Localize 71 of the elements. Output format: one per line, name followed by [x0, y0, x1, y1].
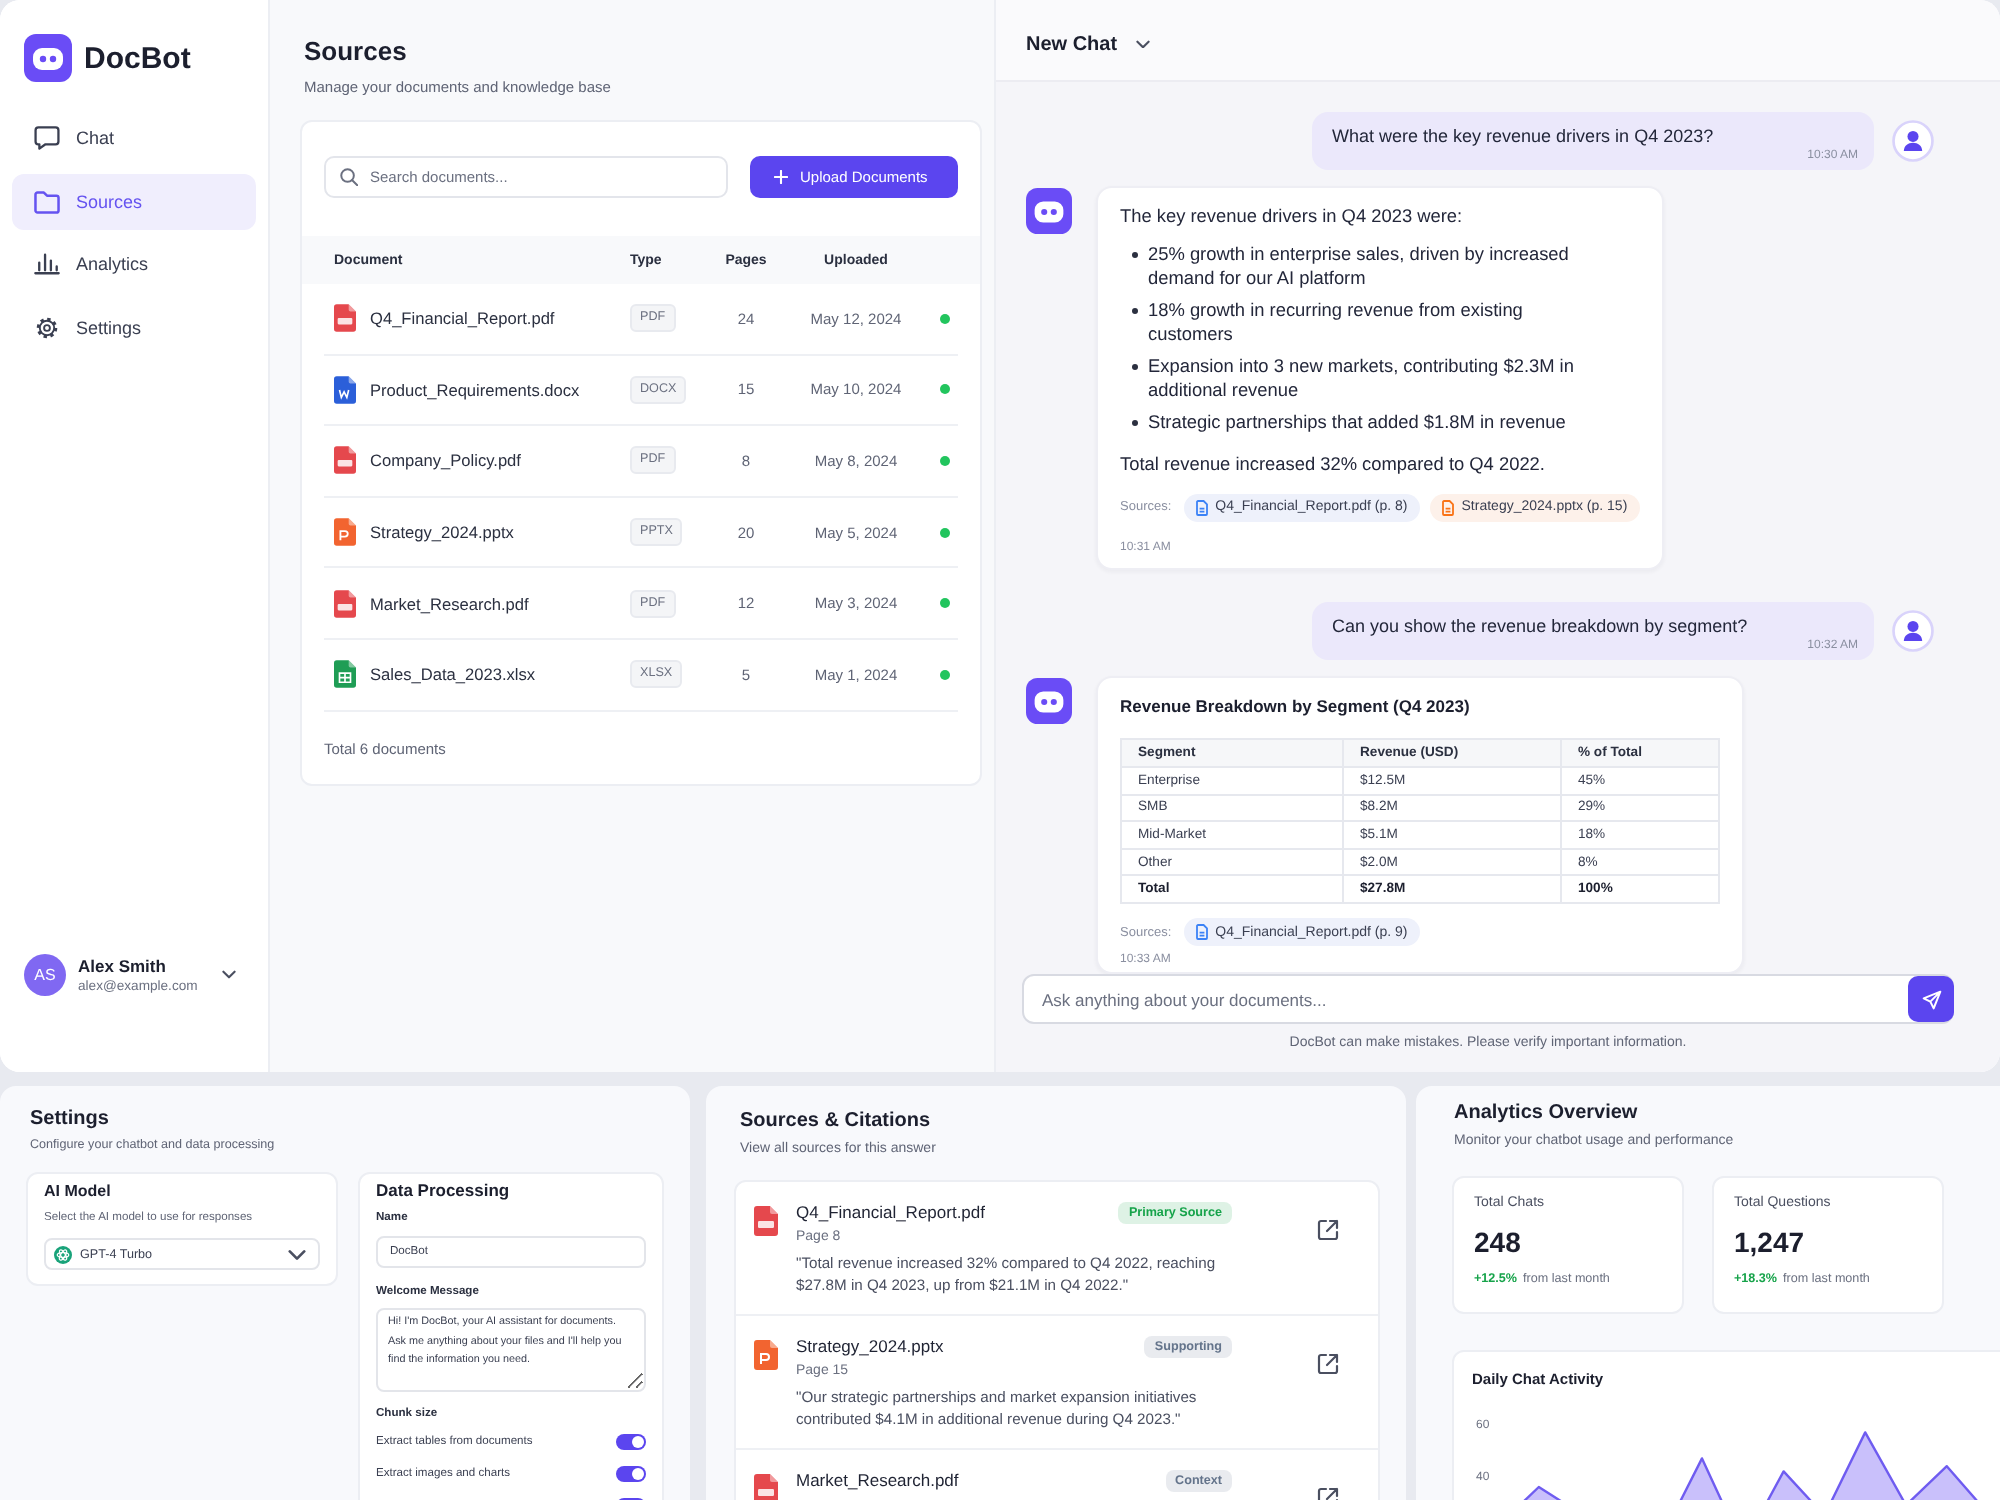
bullet-icon	[1132, 251, 1138, 258]
document-icon	[1195, 924, 1208, 940]
chevron-down-icon	[1135, 39, 1150, 49]
file-name: Strategy_2024.pptx	[370, 522, 514, 543]
toggle-switch[interactable]	[616, 1433, 646, 1451]
file-name: Product_Requirements.docx	[370, 379, 580, 400]
bullet-icon	[1132, 419, 1138, 426]
stat-value: 248	[1474, 1226, 1521, 1260]
card-title: AI Model	[44, 1180, 111, 1202]
document-icon	[1441, 499, 1454, 516]
send-button[interactable]	[1908, 976, 1954, 1022]
folder-icon	[34, 189, 60, 213]
file-icon	[334, 518, 356, 547]
file-name: Q4_Financial_Report.pdf	[370, 308, 555, 329]
panel-title: Sources	[304, 34, 407, 70]
chevron-down-icon	[288, 1245, 306, 1263]
message-text: Can you show the revenue breakdown by segment?	[1332, 616, 1748, 639]
list-item-text: 25% growth in enterprise sales, driven by increased demand for our AI platform	[1148, 241, 1571, 290]
chat-icon	[34, 126, 60, 150]
user-avatar: AS	[24, 954, 66, 996]
toggle-switch[interactable]	[616, 1465, 646, 1483]
nav-item[interactable]: Chat	[12, 110, 256, 166]
paper-plane-icon	[1921, 989, 1941, 1009]
list-item-text: 18% growth in recurring revenue from existing customers	[1148, 297, 1525, 346]
file-icon	[334, 304, 356, 333]
panel-title: Sources & Citations	[738, 1110, 931, 1134]
message-text: Total revenue increased 32% compared to Q4 2022.	[1120, 451, 1545, 476]
file-name: Market_Research.pdf	[370, 593, 529, 614]
table-title: Revenue Breakdown by Segment (Q4 2023)	[1120, 694, 1470, 719]
robot-icon	[24, 34, 72, 82]
document-icon	[1195, 499, 1208, 516]
external-link-icon[interactable]	[1316, 1218, 1340, 1242]
message-input[interactable]: Ask anything about your documents...	[1022, 974, 1954, 1024]
message-text: What were the key revenue drivers in Q4 2023?	[1332, 125, 1714, 148]
file-icon	[334, 589, 356, 618]
user-name: Alex Smith	[78, 956, 166, 976]
bullet-icon	[1132, 307, 1138, 314]
robot-icon	[1026, 187, 1072, 234]
file-icon	[754, 1206, 778, 1236]
file-icon	[754, 1340, 778, 1370]
file-icon	[334, 660, 356, 689]
list-item-text: Strategic partnerships that added $1.8M in revenue	[1148, 409, 1566, 434]
chat-title-dropdown[interactable]: New Chat	[1026, 33, 1150, 55]
chevron-down-icon	[222, 970, 236, 980]
bullet-icon	[1132, 363, 1138, 370]
user-avatar-icon	[1892, 610, 1934, 653]
file-name: Market_Research.pdf	[796, 1468, 959, 1492]
file-name: Sales_Data_2023.xlsx	[370, 664, 536, 685]
plus-icon	[774, 170, 788, 184]
external-link-icon[interactable]	[1316, 1352, 1340, 1376]
panel-title: Analytics Overview	[1452, 1102, 1638, 1126]
stat-value: 1,247	[1734, 1226, 1805, 1260]
search-icon	[340, 168, 358, 186]
file-name: Company_Policy.pdf	[370, 450, 521, 471]
nav-item[interactable]: Sources	[12, 173, 256, 229]
nav-item[interactable]: Analytics	[12, 236, 256, 292]
robot-icon	[1026, 678, 1072, 725]
file-icon	[334, 446, 356, 475]
atom-icon	[54, 1245, 72, 1263]
card-title: Data Processing	[376, 1180, 510, 1202]
app-name: DocBot	[84, 41, 191, 75]
message-text: The key revenue drivers in Q4 2023 were:	[1120, 203, 1463, 228]
settings-icon	[34, 315, 60, 339]
panel-title: Settings	[28, 1108, 109, 1132]
file-icon	[334, 375, 356, 404]
bar-chart-icon	[34, 252, 60, 276]
file-name: Strategy_2024.pptx	[796, 1334, 944, 1358]
user-avatar-icon	[1892, 119, 1934, 162]
list-item-text: Expansion into 3 new markets, contributing $2.3M in additional revenue	[1148, 353, 1576, 402]
file-name: Q4_Financial_Report.pdf	[796, 1200, 986, 1224]
nav-item[interactable]: Settings	[12, 299, 256, 355]
